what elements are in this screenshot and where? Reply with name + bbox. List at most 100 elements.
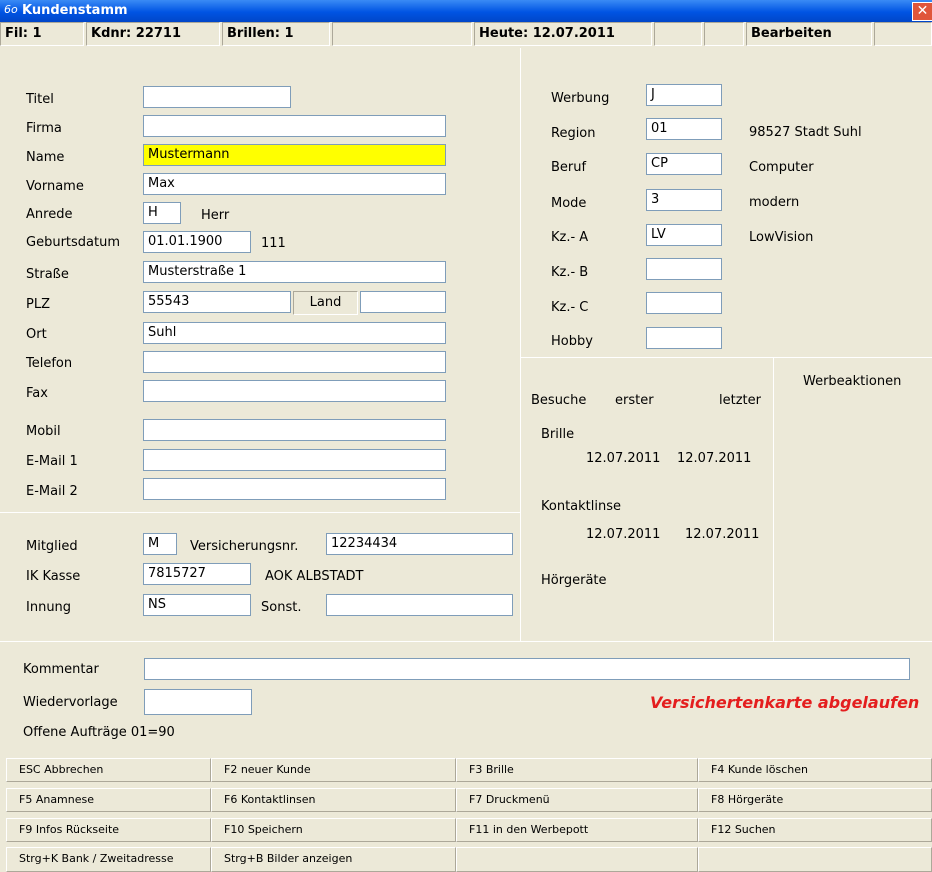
kommentar-label: Kommentar: [23, 662, 99, 677]
window-title-bar[interactable]: 6o Kundenstamm ✕: [0, 0, 932, 22]
strg-k-bank-button[interactable]: Strg+K Bank / Zweitadresse: [6, 847, 211, 872]
status-mode: Bearbeiten: [746, 22, 872, 46]
geburt-label: Geburtsdatum: [26, 235, 120, 250]
versicherungsnr-label: Versicherungsnr.: [190, 539, 299, 554]
anrede-text: Herr: [201, 208, 230, 223]
versicherungsnr-input[interactable]: 12234434: [326, 533, 513, 555]
telefon-label: Telefon: [26, 356, 73, 371]
geburt-input[interactable]: 01.01.1900: [143, 231, 251, 253]
kzc-label: Kz.- C: [551, 300, 589, 315]
f12-suchen-button[interactable]: F12 Suchen: [698, 818, 932, 842]
geburt-code: 111: [261, 236, 286, 251]
close-icon[interactable]: ✕: [912, 2, 932, 21]
status-empty-4: [874, 22, 932, 46]
f9-infos-rueckseite-button[interactable]: F9 Infos Rückseite: [6, 818, 211, 842]
werbung-label: Werbung: [551, 91, 610, 106]
mitglied-label: Mitglied: [26, 539, 78, 554]
window-title: Kundenstamm: [22, 3, 128, 18]
status-kdnr: Kdnr: 22711: [86, 22, 220, 46]
land-input[interactable]: [360, 291, 446, 313]
brille-label: Brille: [541, 427, 575, 442]
sonst-input[interactable]: [326, 594, 513, 616]
beruf-label: Beruf: [551, 160, 587, 175]
divider-personal: [0, 512, 520, 513]
mobil-input[interactable]: [143, 419, 446, 441]
vorname-label: Vorname: [26, 179, 84, 194]
f6-kontaktlinsen-button[interactable]: F6 Kontaktlinsen: [211, 788, 456, 812]
strg-b-bilder-button[interactable]: Strg+B Bilder anzeigen: [211, 847, 456, 872]
firma-label: Firma: [26, 121, 62, 136]
f3-brille-button[interactable]: F3 Brille: [456, 758, 698, 782]
wiedervorlage-label: Wiedervorlage: [23, 695, 118, 710]
kza-label: Kz.- A: [551, 230, 589, 245]
f4-kunde-loeschen-button[interactable]: F4 Kunde löschen: [698, 758, 932, 782]
letzter-label: letzter: [719, 393, 761, 408]
besuche-label: Besuche: [531, 393, 587, 408]
f10-speichern-button[interactable]: F10 Speichern: [211, 818, 456, 842]
kzc-input[interactable]: [646, 292, 722, 314]
kzb-label: Kz.- B: [551, 265, 589, 280]
titel-input[interactable]: [143, 86, 291, 108]
email2-input[interactable]: [143, 478, 446, 500]
offene-auftraege: Offene Aufträge 01=90: [23, 725, 175, 740]
hobby-input[interactable]: [646, 327, 722, 349]
erster-label: erster: [615, 393, 654, 408]
innung-label: Innung: [26, 600, 72, 615]
status-fil: Fil: 1: [0, 22, 84, 46]
innung-input[interactable]: NS: [143, 594, 251, 616]
empty-function-button-1[interactable]: [456, 847, 698, 872]
telefon-input[interactable]: [143, 351, 446, 373]
hobby-label: Hobby: [551, 334, 593, 349]
kontaktlinse-first-date: 12.07.2011: [586, 527, 661, 542]
ort-label: Ort: [26, 327, 47, 342]
divider-vertical: [520, 48, 521, 641]
f11-werbepott-button[interactable]: F11 in den Werbepott: [456, 818, 698, 842]
email1-input[interactable]: [143, 449, 446, 471]
empty-function-button-2[interactable]: [698, 847, 932, 872]
kzb-input[interactable]: [646, 258, 722, 280]
esc-abbrechen-button[interactable]: ESC Abbrechen: [6, 758, 211, 782]
mode-label: Mode: [551, 196, 587, 211]
kommentar-input[interactable]: [144, 658, 910, 680]
divider-werbeaktionen: [773, 357, 774, 641]
region-input[interactable]: 01: [646, 118, 722, 140]
beruf-input[interactable]: CP: [646, 153, 722, 175]
kontaktlinse-label: Kontaktlinse: [541, 499, 621, 514]
fax-input[interactable]: [143, 380, 446, 402]
region-label: Region: [551, 126, 596, 141]
vorname-input[interactable]: Max: [143, 173, 446, 195]
status-brillen: Brillen: 1: [222, 22, 330, 46]
ik-label: IK Kasse: [26, 569, 81, 584]
titel-label: Titel: [26, 92, 54, 107]
beruf-text: Computer: [749, 160, 814, 175]
anrede-input[interactable]: H: [143, 202, 181, 224]
firma-input[interactable]: [143, 115, 446, 137]
name-input[interactable]: Mustermann: [143, 144, 446, 166]
region-text: 98527 Stadt Suhl: [749, 125, 862, 140]
kontaktlinse-last-date: 12.07.2011: [685, 527, 760, 542]
hoergeraete-label: Hörgeräte: [541, 573, 607, 588]
ik-text: AOK ALBSTADT: [265, 569, 364, 584]
kza-input[interactable]: LV: [646, 224, 722, 246]
status-heute: Heute: 12.07.2011: [474, 22, 652, 46]
divider-footer: [0, 641, 932, 642]
f8-hoergeraete-button[interactable]: F8 Hörgeräte: [698, 788, 932, 812]
fax-label: Fax: [26, 386, 48, 401]
werbung-input[interactable]: J: [646, 84, 722, 106]
status-empty-2: [654, 22, 702, 46]
status-empty-3: [704, 22, 744, 46]
werbeaktionen-label: Werbeaktionen: [803, 374, 902, 389]
sonst-label: Sonst.: [261, 600, 302, 615]
land-label: Land: [293, 291, 358, 315]
f7-druckmenue-button[interactable]: F7 Druckmenü: [456, 788, 698, 812]
f2-neuer-kunde-button[interactable]: F2 neuer Kunde: [211, 758, 456, 782]
mitglied-input[interactable]: M: [143, 533, 177, 555]
mode-input[interactable]: 3: [646, 189, 722, 211]
f5-anamnese-button[interactable]: F5 Anamnese: [6, 788, 211, 812]
ik-input[interactable]: 7815727: [143, 563, 251, 585]
ort-input[interactable]: Suhl: [143, 322, 446, 344]
plz-input[interactable]: 55543: [143, 291, 291, 313]
divider-marketing: [520, 357, 932, 358]
wiedervorlage-input[interactable]: [144, 689, 252, 715]
strasse-input[interactable]: Musterstraße 1: [143, 261, 446, 283]
